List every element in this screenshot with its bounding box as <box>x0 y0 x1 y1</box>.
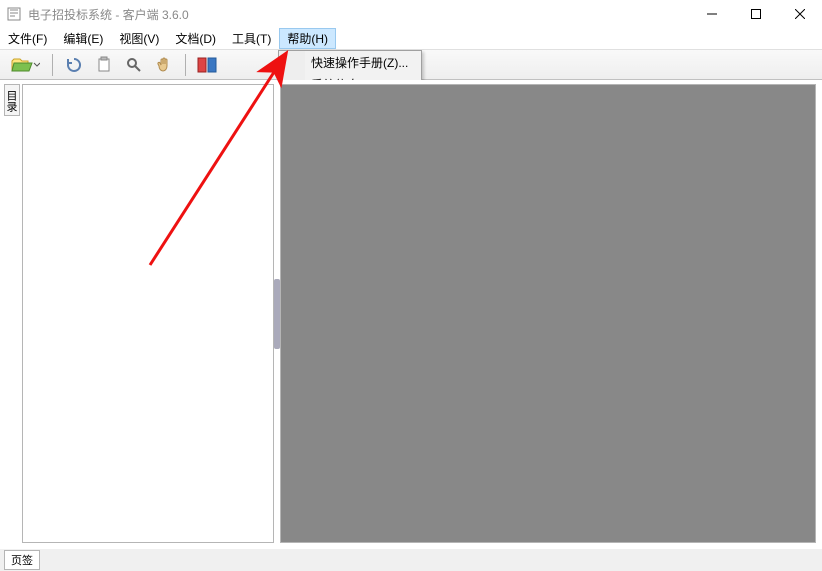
titlebar: 电子招投标系统 - 客户端 3.6.0 <box>0 0 822 28</box>
toolbar-separator <box>52 54 53 76</box>
open-button[interactable] <box>6 53 44 77</box>
close-button[interactable] <box>778 0 822 28</box>
minimize-button[interactable] <box>690 0 734 28</box>
maximize-button[interactable] <box>734 0 778 28</box>
menu-edit[interactable]: 编辑(E) <box>55 28 111 49</box>
work-area: 目录 <box>4 80 818 547</box>
catalog-tab[interactable]: 目录 <box>4 84 20 116</box>
menu-view[interactable]: 视图(V) <box>111 28 167 49</box>
panels-button[interactable] <box>194 53 220 77</box>
help-quick-guide[interactable]: 快速操作手册(Z)... <box>279 51 421 73</box>
right-panel <box>280 84 816 543</box>
search-button[interactable] <box>121 53 147 77</box>
menu-help[interactable]: 帮助(H) <box>279 28 336 49</box>
menu-document[interactable]: 文档(D) <box>167 28 224 49</box>
clipboard-button[interactable] <box>91 53 117 77</box>
statusbar: 页签 <box>0 549 822 571</box>
refresh-button[interactable] <box>61 53 87 77</box>
app-icon <box>6 6 22 22</box>
left-panel <box>22 84 274 543</box>
toolbar-separator <box>185 54 186 76</box>
status-tab[interactable]: 页签 <box>4 550 40 570</box>
window-title: 电子招投标系统 - 客户端 3.6.0 <box>28 6 690 23</box>
menubar: 文件(F) 编辑(E) 视图(V) 文档(D) 工具(T) 帮助(H) <box>0 28 822 50</box>
menu-file[interactable]: 文件(F) <box>0 28 55 49</box>
menu-tools[interactable]: 工具(T) <box>224 28 279 49</box>
hand-button[interactable] <box>151 53 177 77</box>
window-controls <box>690 0 822 28</box>
